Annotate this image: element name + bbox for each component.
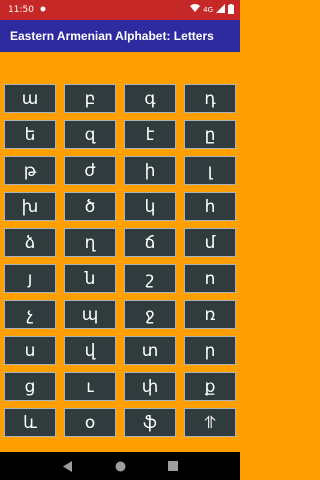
letter-tile[interactable]: չ [4,300,56,329]
letter-tile[interactable]: ղ [64,228,116,257]
notification-dot-icon [40,5,46,15]
back-icon[interactable] [62,460,73,472]
letter-tile[interactable]: ր [184,336,236,365]
letter-tile[interactable]: խ [4,192,56,221]
letter-tile[interactable]: ջ [124,300,176,329]
letter-tile[interactable]: շ [124,264,176,293]
letter-tile[interactable]: ք [184,372,236,401]
letter-tile[interactable]: տ [124,336,176,365]
battery-icon [228,3,234,17]
letter-tile[interactable]: ս [4,336,56,365]
letter-tile[interactable]: գ [124,84,176,113]
letter-tile[interactable]: ձ [4,228,56,257]
letter-tile[interactable]: ւ [64,372,116,401]
letter-tile[interactable]: կ [124,192,176,221]
letter-tile[interactable]: ե [4,120,56,149]
letter-tile[interactable]: ի [124,156,176,185]
wifi-icon [190,4,201,16]
letter-tile[interactable]: լ [184,156,236,185]
letter-tile[interactable]: ժ [64,156,116,185]
signal-icon [216,4,225,16]
letter-tile[interactable]: օ [64,408,116,437]
letter-tile[interactable]: ծ [64,192,116,221]
letter-tile[interactable]: ն [64,264,116,293]
letter-tile[interactable]: ց [4,372,56,401]
navigation-bar [0,452,240,480]
letter-tile[interactable]: ը [184,120,236,149]
recents-icon[interactable] [167,461,178,471]
letter-tile[interactable]: թ [4,156,56,185]
letter-tile[interactable]: պ [64,300,116,329]
status-bar: 11:50 4G [0,0,240,20]
app-title: Eastern Armenian Alphabet: Letters [10,29,214,43]
network-type: 4G [203,6,213,14]
letter-tile[interactable]: հ [184,192,236,221]
letter-tile[interactable]: և [4,408,56,437]
letter-tile[interactable]: ո [184,264,236,293]
letter-tile[interactable]: զ [64,120,116,149]
letter-tile[interactable]: է [124,120,176,149]
letter-tile[interactable]: ⥣ [184,408,236,437]
app-bar: Eastern Armenian Alphabet: Letters [0,20,240,52]
letters-grid: ա բ գ դ ե զ է ը թ ժ ի լ խ ծ կ հ ձ ղ ճ մ … [4,84,236,437]
letter-tile[interactable]: մ [184,228,236,257]
letter-tile[interactable]: փ [124,372,176,401]
letter-tile[interactable]: բ [64,84,116,113]
letter-tile[interactable]: ռ [184,300,236,329]
status-time: 11:50 [8,5,34,15]
letter-tile[interactable]: յ [4,264,56,293]
letter-tile[interactable]: դ [184,84,236,113]
home-icon[interactable] [115,461,126,472]
letter-tile[interactable]: ա [4,84,56,113]
letter-tile[interactable]: վ [64,336,116,365]
letter-tile[interactable]: ճ [124,228,176,257]
letter-tile[interactable]: ֆ [124,408,176,437]
